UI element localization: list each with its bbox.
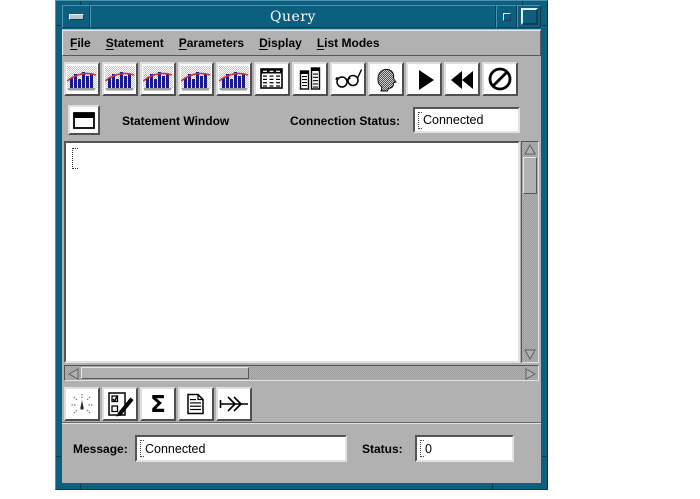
copy-document-icon bbox=[183, 391, 209, 417]
toolbar-chart-2-button[interactable] bbox=[102, 62, 138, 96]
frame-notch bbox=[542, 25, 547, 26]
window-menu-icon bbox=[69, 14, 84, 20]
horizontal-scroll-thumb[interactable] bbox=[81, 367, 249, 379]
scroll-left-button[interactable] bbox=[66, 367, 80, 380]
toolbar-play-button[interactable] bbox=[406, 62, 442, 96]
menu-statement[interactable]: Statement bbox=[106, 36, 164, 50]
toolbar-cancel-button[interactable] bbox=[482, 62, 518, 96]
window-menu-button[interactable] bbox=[62, 5, 90, 28]
gauge-icon bbox=[69, 391, 95, 417]
sigma-icon: Σ bbox=[145, 391, 171, 417]
scroll-up-button[interactable] bbox=[523, 143, 537, 156]
bar-chart-icon bbox=[181, 66, 211, 92]
statement-window-button[interactable] bbox=[68, 105, 100, 135]
edit-checklist-icon bbox=[106, 391, 134, 417]
toolbar-chart-5-button[interactable] bbox=[216, 62, 252, 96]
maximize-button[interactable] bbox=[517, 5, 541, 28]
scroll-down-icon bbox=[524, 349, 536, 360]
menubar: File Statement Parameters Display List M… bbox=[62, 30, 541, 56]
toolbar-table-button[interactable] bbox=[254, 62, 290, 96]
message-field[interactable]: Connected bbox=[135, 435, 347, 462]
bar-chart-icon bbox=[143, 66, 173, 92]
toolbar-bottom: Σ bbox=[64, 384, 252, 424]
report-columns-icon bbox=[297, 66, 323, 92]
frame-notch bbox=[80, 484, 81, 489]
text-caret bbox=[72, 148, 78, 169]
client-area: File Statement Parameters Display List M… bbox=[62, 29, 541, 483]
statement-header-row: Statement Window Connection Status: Conn… bbox=[62, 103, 541, 137]
connection-status-value: Connected bbox=[423, 113, 483, 127]
svg-text:Σ: Σ bbox=[150, 392, 166, 417]
toolbar-eyeglasses-button[interactable] bbox=[330, 62, 366, 96]
text-cursor bbox=[420, 440, 424, 457]
toolbar-copy-document-button[interactable] bbox=[178, 387, 214, 421]
status-field[interactable]: 0 bbox=[415, 435, 514, 462]
toolbar-top bbox=[64, 59, 518, 99]
bar-chart-icon bbox=[105, 66, 135, 92]
titlebar[interactable]: Query bbox=[62, 5, 541, 28]
connection-status-label: Connection Status: bbox=[290, 114, 400, 128]
statement-window-label: Statement Window bbox=[122, 114, 229, 128]
toolbar-sigma-button[interactable]: Σ bbox=[140, 387, 176, 421]
play-icon bbox=[411, 66, 437, 92]
horizontal-scrollbar[interactable] bbox=[64, 365, 539, 381]
cancel-icon bbox=[486, 65, 514, 93]
vertical-scrollbar[interactable] bbox=[521, 141, 539, 363]
message-value: Connected bbox=[145, 442, 205, 456]
menu-parameters[interactable]: Parameters bbox=[179, 36, 244, 50]
toolbar-chart-4-button[interactable] bbox=[178, 62, 214, 96]
scroll-left-icon bbox=[68, 368, 79, 380]
insert-arrow-icon bbox=[219, 391, 249, 417]
status-row: Message: Connected Status: 0 bbox=[62, 426, 541, 476]
bar-chart-icon bbox=[219, 66, 249, 92]
toolbar-rewind-button[interactable] bbox=[444, 62, 480, 96]
scroll-up-icon bbox=[524, 144, 536, 155]
scroll-right-button[interactable] bbox=[523, 367, 537, 380]
message-label: Message: bbox=[73, 442, 128, 456]
toolbar-chart-3-button[interactable] bbox=[140, 62, 176, 96]
scroll-down-button[interactable] bbox=[523, 348, 537, 361]
toolbar-edit-checklist-button[interactable] bbox=[102, 387, 138, 421]
vertical-scroll-thumb[interactable] bbox=[523, 157, 537, 194]
scroll-right-icon bbox=[525, 368, 536, 380]
toolbar-gauge-button[interactable] bbox=[64, 387, 100, 421]
menu-list-modes[interactable]: List Modes bbox=[317, 36, 380, 50]
frame-notch bbox=[542, 456, 547, 457]
statement-textview[interactable] bbox=[64, 141, 520, 363]
status-label: Status: bbox=[362, 442, 403, 456]
query-window[interactable]: Query File Statement Parameters Display … bbox=[55, 0, 548, 490]
frame-notch bbox=[56, 25, 61, 26]
frame-notch bbox=[492, 484, 493, 489]
bar-chart-icon bbox=[67, 66, 97, 92]
window-title: Query bbox=[90, 5, 496, 28]
toolbar-head-profile-button[interactable] bbox=[368, 62, 404, 96]
table-grid-icon bbox=[259, 66, 285, 92]
frame-notch bbox=[56, 456, 61, 457]
menu-file[interactable]: File bbox=[70, 36, 91, 50]
toolbar-insert-arrow-button[interactable] bbox=[216, 387, 252, 421]
connection-status-field[interactable]: Connected bbox=[413, 107, 520, 133]
status-separator bbox=[62, 422, 541, 424]
toolbar-chart-1-button[interactable] bbox=[64, 62, 100, 96]
rewind-icon bbox=[448, 66, 476, 92]
minimize-button[interactable] bbox=[496, 5, 517, 28]
window-icon bbox=[73, 112, 95, 129]
maximize-icon bbox=[521, 8, 538, 25]
status-value: 0 bbox=[425, 442, 432, 456]
toolbar-report-columns-button[interactable] bbox=[292, 62, 328, 96]
statement-text-area bbox=[64, 141, 539, 381]
eyeglasses-icon bbox=[334, 66, 362, 92]
minimize-icon bbox=[503, 13, 511, 21]
head-profile-icon bbox=[373, 66, 399, 92]
menu-display[interactable]: Display bbox=[259, 36, 302, 50]
text-cursor bbox=[140, 440, 144, 457]
text-cursor bbox=[418, 112, 422, 129]
